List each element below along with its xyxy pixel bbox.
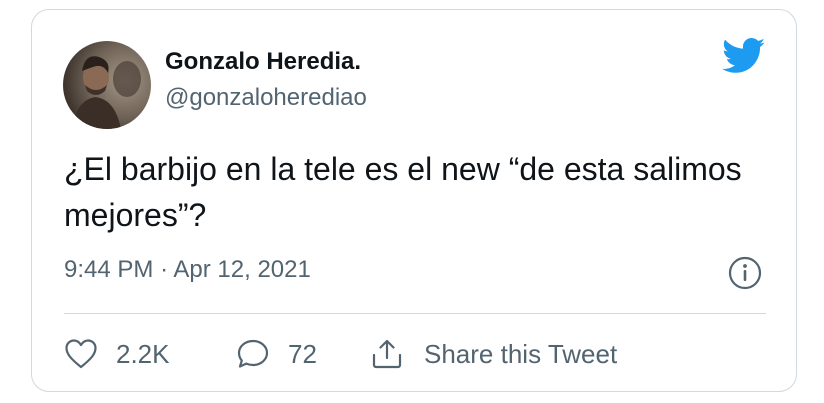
heart-icon [65, 339, 97, 369]
share-upload-icon [372, 339, 402, 369]
author-handle[interactable]: @gonzaloherediao [165, 84, 367, 112]
share-label: Share this Tweet [424, 338, 618, 369]
timestamp-separator: · [160, 256, 169, 283]
divider [64, 313, 766, 314]
info-icon[interactable] [728, 256, 762, 290]
reply-count: 72 [288, 338, 317, 369]
tweet-card[interactable]: Gonzalo Heredia. @gonzaloherediao ¿El ba… [31, 9, 797, 392]
like-count: 2.2K [116, 338, 170, 369]
twitter-bird-icon[interactable] [722, 38, 766, 74]
avatar-photo [63, 41, 151, 129]
reply-button[interactable]: 72 [236, 334, 317, 374]
tweet-timestamp[interactable]: 9:44 PM · Apr 12, 2021 [64, 256, 311, 284]
avatar[interactable] [63, 41, 151, 129]
author-name[interactable]: Gonzalo Heredia. [165, 48, 361, 76]
share-button[interactable]: Share this Tweet [370, 334, 617, 374]
tweet-text: ¿El barbijo en la tele es el new “de est… [64, 151, 742, 233]
speech-bubble-icon [237, 339, 269, 368]
tweet-date[interactable]: Apr 12, 2021 [173, 256, 310, 283]
tweet-time[interactable]: 9:44 PM [64, 256, 153, 283]
like-button[interactable]: 2.2K [64, 334, 170, 374]
